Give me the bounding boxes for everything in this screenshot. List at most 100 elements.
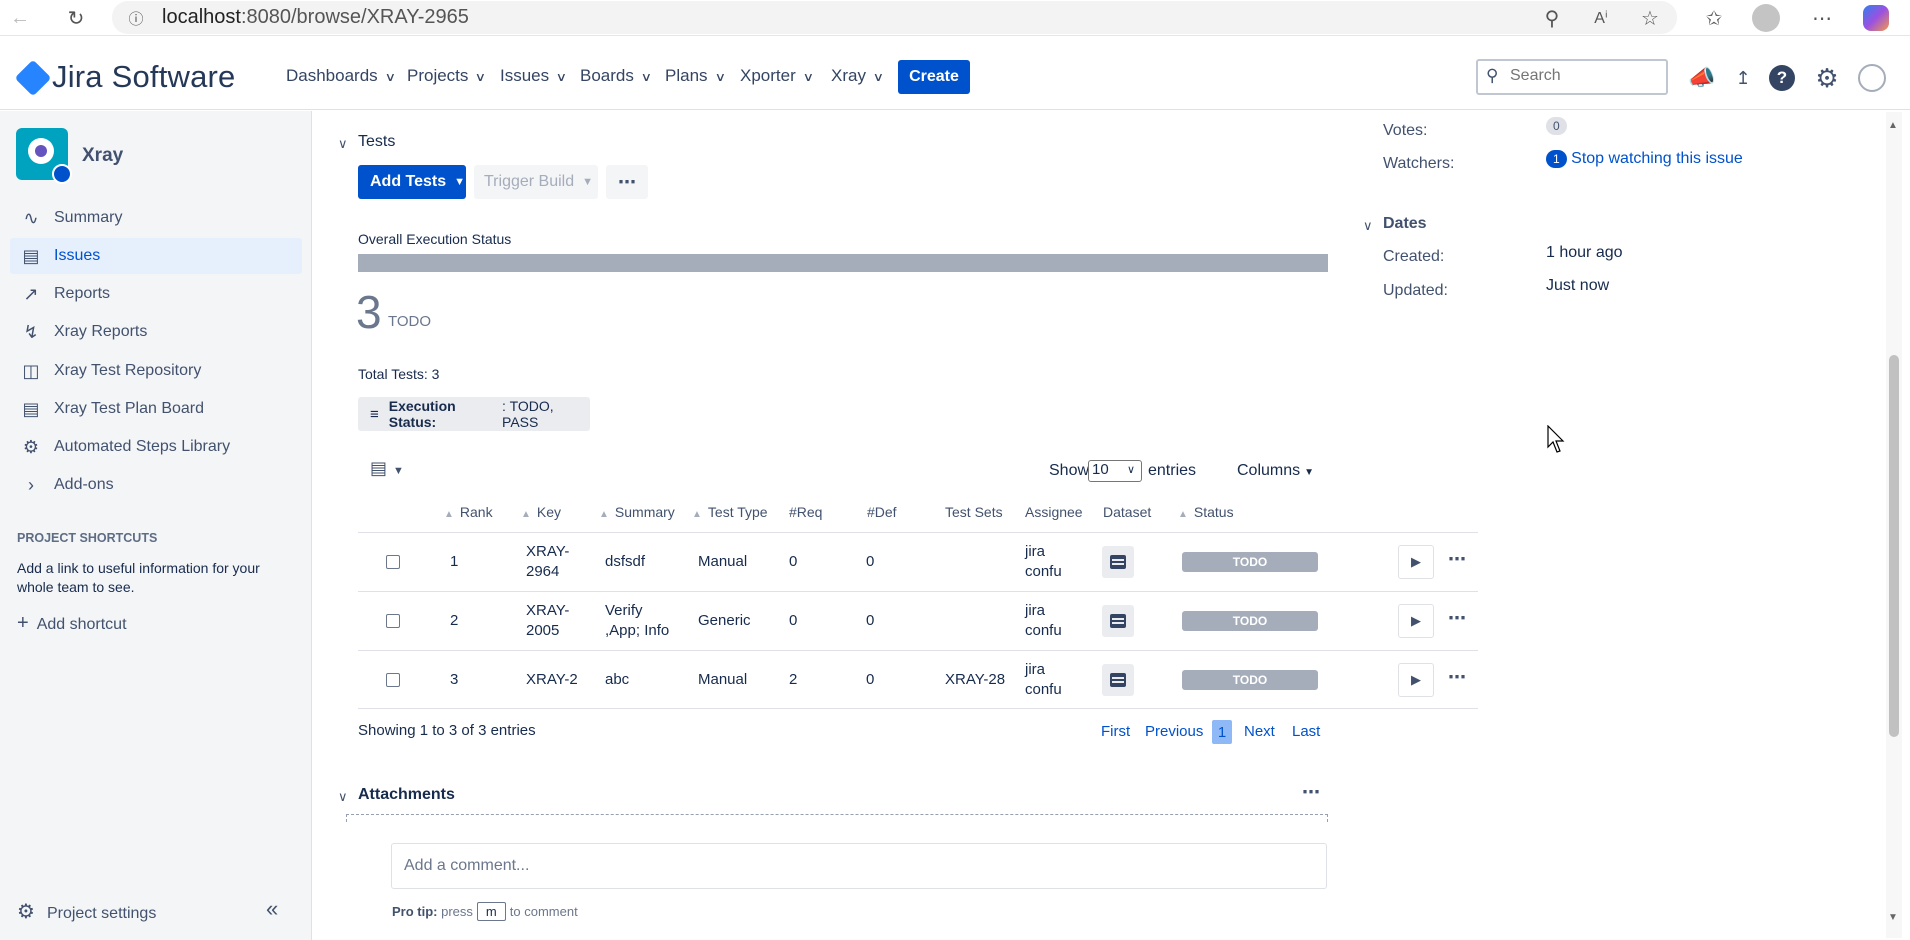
more-actions-button[interactable]: ⋯ [606, 165, 648, 199]
site-info-icon[interactable]: ⓘ [122, 4, 150, 32]
row-checkbox[interactable] [386, 555, 400, 569]
settings-gear-icon[interactable]: ⚙ [1811, 62, 1843, 94]
column-header-summary[interactable]: ▲ Summary [599, 504, 675, 520]
pager-next[interactable]: Next [1244, 723, 1275, 740]
column-header-test-type[interactable]: ▲ Test Type [692, 504, 768, 520]
sidebar-item-summary[interactable]: ∿ Summary [10, 200, 302, 236]
reload-icon[interactable]: ↻ [62, 4, 90, 32]
execution-status-filter[interactable]: ≡ Execution Status:: TODO, PASS [358, 397, 590, 431]
announcement-icon[interactable]: 📣 [1686, 62, 1718, 94]
zoom-out-icon[interactable]: ⚲ [1538, 4, 1566, 32]
pager-first[interactable]: First [1101, 723, 1130, 740]
user-avatar[interactable] [1856, 62, 1888, 94]
nav-issues[interactable]: Issues ∨ [500, 66, 567, 86]
project-settings-link[interactable]: ⚙ Project settings [17, 899, 156, 924]
upload-icon[interactable]: ↥ [1727, 62, 1759, 94]
issue-key-link[interactable]: XRAY- 2964 [526, 542, 569, 582]
run-test-button[interactable]: ▶ [1398, 545, 1434, 579]
row-more-icon[interactable]: ⋯ [1448, 608, 1466, 629]
search-input[interactable] [1510, 67, 1660, 85]
assignee-link[interactable]: jira confu [1025, 660, 1062, 700]
row-checkbox[interactable] [386, 614, 400, 628]
issue-key-link[interactable]: XRAY-2 [526, 670, 578, 690]
comment-input[interactable]: Add a comment... [391, 843, 1327, 889]
entries-label: entries [1148, 462, 1197, 479]
pager-current-page[interactable]: 1 [1212, 720, 1232, 744]
summary-link[interactable]: abc [605, 670, 629, 690]
votes-count[interactable]: 0 [1546, 117, 1567, 135]
nav-projects[interactable]: Projects ∨ [407, 66, 487, 86]
run-test-button[interactable]: ▶ [1398, 663, 1434, 697]
assignee-link[interactable]: jira confu [1025, 542, 1062, 582]
project-name[interactable]: Xray [82, 145, 123, 167]
row-more-icon[interactable]: ⋯ [1448, 667, 1466, 688]
play-icon: ▶ [1411, 672, 1421, 687]
sidebar-item-xray-reports[interactable]: ↯ Xray Reports [10, 314, 302, 350]
issue-key-link[interactable]: XRAY- 2005 [526, 601, 569, 641]
column-header-rank[interactable]: ▲ Rank [444, 504, 493, 520]
test-set-link[interactable]: XRAY-28 [945, 670, 1005, 690]
favorites-icon[interactable]: ✩ [1700, 4, 1728, 32]
pager-previous[interactable]: Previous [1145, 723, 1203, 740]
entries-select[interactable]: 10 ∨ [1088, 460, 1142, 482]
sidebar-item-reports[interactable]: ↗ Reports [10, 276, 302, 312]
column-header-status[interactable]: ▲ Status [1178, 504, 1234, 520]
summary-link[interactable]: dsfsdf [605, 552, 645, 572]
pager-last[interactable]: Last [1292, 723, 1320, 740]
stop-watching-link[interactable]: Stop watching this issue [1571, 150, 1743, 167]
collapse-dates-icon[interactable]: ∨ [1363, 218, 1373, 234]
run-test-button[interactable]: ▶ [1398, 604, 1434, 638]
nav-boards[interactable]: Boards ∨ [580, 66, 652, 86]
scroll-down-icon[interactable]: ▼ [1888, 912, 1898, 923]
nav-dashboards[interactable]: Dashboards ∨ [286, 66, 396, 86]
sidebar-item-xray-test-plan-board[interactable]: ▤ Xray Test Plan Board [10, 391, 302, 427]
req-cell: 0 [789, 612, 798, 629]
back-icon[interactable]: ← [6, 4, 34, 32]
sidebar-item-issues[interactable]: ▤ Issues [10, 238, 302, 274]
favorite-star-icon[interactable]: ☆ [1636, 4, 1664, 32]
nav-plans[interactable]: Plans ∨ [665, 66, 726, 86]
sidebar-item-automated-steps-library[interactable]: ⚙ Automated Steps Library [10, 429, 302, 465]
req-link[interactable]: 2 [789, 670, 797, 690]
collapse-attachments-icon[interactable]: ∨ [338, 789, 348, 805]
copilot-icon[interactable] [1862, 4, 1890, 32]
add-tests-button[interactable]: Add Tests ▼ [358, 165, 466, 199]
collapse-tests-icon[interactable]: ∨ [338, 136, 348, 152]
read-aloud-icon[interactable]: Aⁱ [1587, 4, 1615, 32]
sidebar-item-add-ons[interactable]: › Add-ons [10, 467, 302, 503]
dataset-button[interactable] [1102, 664, 1134, 696]
attachments-more-icon[interactable]: ⋯ [1302, 782, 1320, 803]
chevron-down-icon: ∨ [802, 70, 814, 84]
url-text[interactable]: localhost:8080/browse/XRAY-2965 [162, 6, 469, 29]
def-cell: 0 [866, 612, 875, 629]
help-icon[interactable]: ? [1766, 62, 1798, 94]
row-more-icon[interactable]: ⋯ [1448, 549, 1466, 570]
view-options-icon[interactable]: ▤ ▼ [370, 458, 404, 479]
watchers-count[interactable]: 1 [1546, 150, 1567, 168]
chart-icon: ↗ [23, 283, 39, 304]
project-avatar[interactable] [16, 128, 72, 184]
library-icon: ⚙ [22, 436, 40, 457]
dataset-button[interactable] [1102, 546, 1134, 578]
column-header-key[interactable]: ▲ Key [521, 504, 561, 520]
nav-xporter[interactable]: Xporter ∨ [740, 66, 814, 86]
columns-button[interactable]: Columns ▼ [1237, 462, 1314, 480]
search-field[interactable]: ⚲ [1476, 59, 1668, 95]
column-header-dataset: Dataset [1103, 504, 1152, 520]
nav-xray[interactable]: Xray ∨ [831, 66, 884, 86]
browser-menu-icon[interactable]: ⋯ [1808, 4, 1836, 32]
row-checkbox[interactable] [386, 673, 400, 687]
summary-link[interactable]: Verify ,App; Info [605, 601, 669, 641]
add-shortcut-link[interactable]: + Add shortcut [17, 612, 127, 635]
assignee-link[interactable]: jira confu [1025, 601, 1062, 641]
create-button[interactable]: Create [898, 60, 970, 94]
scroll-up-icon[interactable]: ▲ [1888, 120, 1898, 131]
collapse-sidebar-icon[interactable]: « [266, 896, 278, 922]
dataset-button[interactable] [1102, 605, 1134, 637]
sidebar-item-xray-test-repository[interactable]: ◫ Xray Test Repository [10, 353, 302, 389]
product-name[interactable]: Jira Software [52, 59, 236, 95]
chevron-down-icon: ▼ [582, 176, 593, 188]
profile-icon[interactable] [1752, 4, 1780, 32]
scrollbar-thumb[interactable] [1889, 355, 1899, 737]
attachments-dropzone[interactable] [346, 814, 1328, 822]
